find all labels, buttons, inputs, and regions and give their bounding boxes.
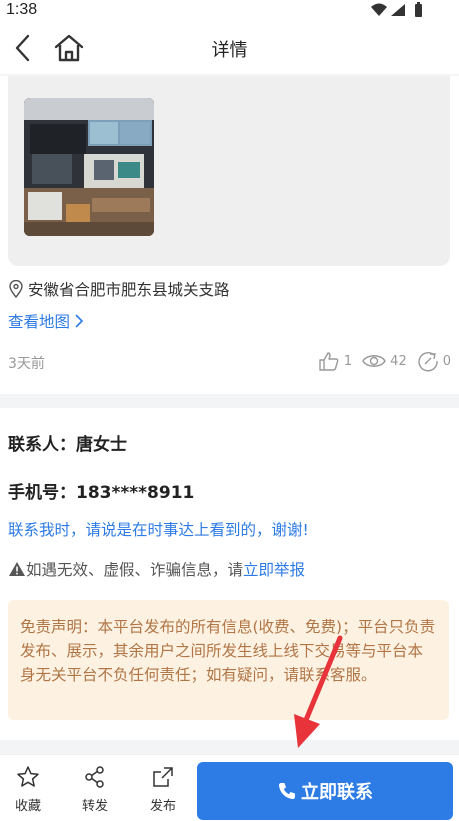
view-map-link[interactable]: 查看地图: [8, 310, 84, 332]
publish-button[interactable]: 发布: [143, 765, 183, 814]
disclaimer: 免责声明：本平台发布的所有信息(收费、免费)；平台只负责发布、展示，其余用户之间…: [8, 600, 449, 720]
stats: 1 42 0: [308, 350, 451, 372]
contact-name: 联系人：唐女士: [8, 435, 127, 455]
view-map-label: 查看地图: [8, 313, 71, 331]
share-circle-icon: [418, 352, 438, 372]
posted-time: 3天前: [8, 356, 45, 372]
address-text: 安徽省合肥市肥东县城关支路: [28, 281, 230, 299]
thumbs-up-icon: [319, 352, 339, 371]
share-button[interactable]: 转发: [75, 765, 115, 814]
section-divider: [0, 394, 459, 408]
contact-now-label: 立即联系: [301, 782, 373, 803]
listing-photo[interactable]: [24, 98, 154, 236]
home-icon[interactable]: [52, 32, 86, 64]
status-time: 1:38: [6, 1, 38, 18]
star-icon: [17, 766, 39, 787]
report-link[interactable]: 立即举报: [243, 558, 305, 580]
share-count: 0: [442, 353, 451, 369]
wifi-icon: [371, 3, 387, 16]
view-count: 42: [390, 353, 407, 369]
status-bar: 1:38: [0, 0, 459, 22]
favorite-label: 收藏: [14, 799, 41, 814]
battery-icon: [415, 4, 422, 17]
signal-icon: [391, 4, 405, 16]
chevron-right-icon: [75, 314, 84, 328]
warning-icon: [9, 562, 25, 576]
section-divider-bottom: [0, 740, 459, 754]
nav-bar: 详情: [0, 22, 459, 74]
status-icons: [371, 2, 422, 17]
like-stat[interactable]: 1: [318, 350, 352, 372]
report-prefix: 如遇无效、虚假、诈骗信息，请: [26, 561, 244, 579]
external-link-icon: [153, 767, 173, 787]
share-label: 转发: [81, 799, 108, 814]
contact-now-button[interactable]: 立即联系: [197, 762, 453, 820]
back-icon[interactable]: [10, 32, 38, 64]
phone-icon: [279, 783, 295, 799]
contact-phone[interactable]: 手机号：183****8911: [8, 478, 194, 503]
report-line: 如遇无效、虚假、诈骗信息，请 立即举报: [8, 558, 305, 580]
contact-tip: 联系我时，请说是在时事达上看到的，谢谢!: [8, 521, 309, 539]
share-stat[interactable]: 0: [417, 350, 451, 372]
share-icon: [85, 766, 104, 788]
location-pin-icon: [9, 280, 23, 298]
shop-photo-image: [24, 98, 154, 236]
favorite-button[interactable]: 收藏: [8, 765, 48, 814]
bottom-action-bar: 收藏 转发 发布 立即联系: [0, 754, 459, 821]
like-count: 1: [343, 353, 353, 369]
meta-row: 3天前 1 42 0: [8, 350, 451, 376]
view-stat: 42: [362, 350, 407, 372]
publish-label: 发布: [149, 799, 176, 814]
eye-icon: [362, 355, 386, 367]
address-line: 安徽省合肥市肥东县城关支路: [8, 278, 230, 300]
